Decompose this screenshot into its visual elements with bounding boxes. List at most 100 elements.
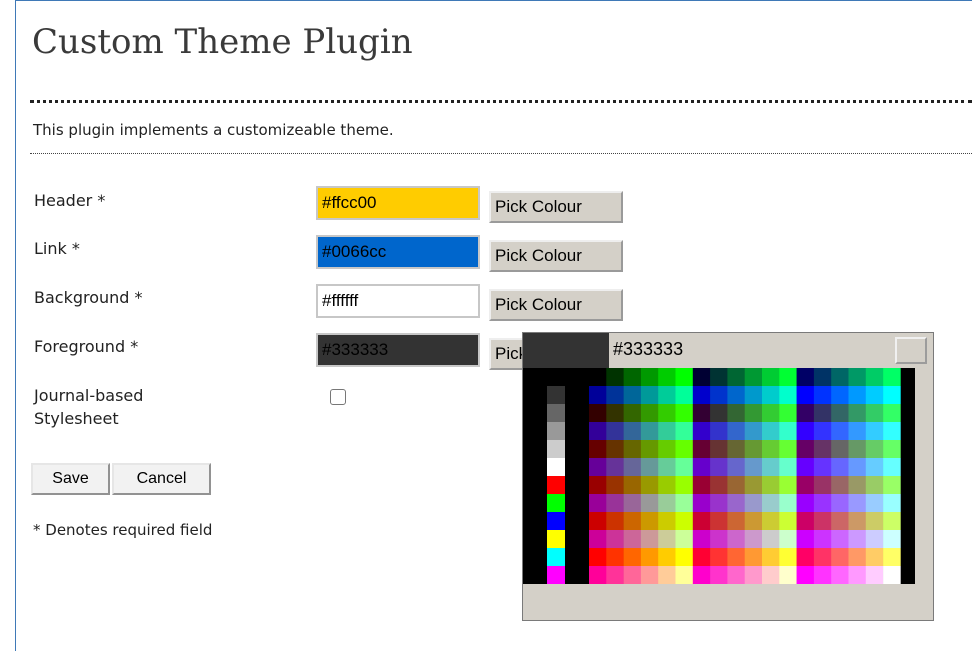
picker-swatch[interactable] [606,566,624,584]
picker-swatch[interactable] [762,386,780,404]
picker-swatch[interactable] [727,386,745,404]
header-pick-colour-button[interactable]: Pick Colour [489,191,623,223]
picker-swatch[interactable] [640,404,659,422]
picker-swatch[interactable] [692,512,711,530]
picker-swatch[interactable] [848,440,867,458]
picker-swatch[interactable] [589,440,607,458]
picker-swatch[interactable] [796,422,815,440]
picker-swatch[interactable] [744,476,763,494]
picker-swatch[interactable] [848,368,867,386]
picker-swatch[interactable] [675,422,694,440]
picker-swatch[interactable] [710,440,728,458]
picker-swatch[interactable] [779,512,797,530]
picker-swatch[interactable] [796,386,815,404]
picker-swatch[interactable] [883,566,901,584]
picker-swatch[interactable] [796,458,815,476]
picker-swatch[interactable] [623,476,642,494]
picker-swatch[interactable] [675,458,694,476]
picker-swatch-gray-9[interactable] [547,530,565,548]
background-pick-colour-button[interactable]: Pick Colour [489,289,623,321]
picker-swatch[interactable] [762,476,780,494]
picker-swatch[interactable] [710,566,728,584]
picker-swatch[interactable] [762,566,780,584]
picker-swatch[interactable] [727,404,745,422]
picker-swatch[interactable] [589,368,607,386]
picker-swatch[interactable] [865,368,884,386]
picker-swatch[interactable] [692,548,711,566]
picker-swatch-gray-10[interactable] [547,548,565,566]
picker-swatch[interactable] [606,548,624,566]
picker-swatch[interactable] [744,386,763,404]
picker-swatch[interactable] [865,566,884,584]
picker-swatch[interactable] [744,512,763,530]
picker-swatch[interactable] [779,422,797,440]
picker-swatch[interactable] [727,458,745,476]
picker-swatch[interactable] [762,440,780,458]
picker-swatch[interactable] [606,512,624,530]
picker-swatch[interactable] [658,566,676,584]
picker-swatch[interactable] [692,368,711,386]
picker-swatch[interactable] [779,476,797,494]
picker-swatch[interactable] [675,548,694,566]
picker-swatch[interactable] [658,530,676,548]
picker-swatch[interactable] [779,566,797,584]
picker-swatch[interactable] [589,494,607,512]
picker-swatch[interactable] [606,440,624,458]
picker-swatch[interactable] [640,458,659,476]
picker-swatch[interactable] [883,404,901,422]
picker-swatch[interactable] [865,386,884,404]
picker-swatch[interactable] [589,404,607,422]
picker-swatch-gray-11[interactable] [547,566,565,584]
picker-close-button[interactable] [895,337,927,364]
picker-swatch[interactable] [710,386,728,404]
picker-swatch[interactable] [883,422,901,440]
picker-swatch[interactable] [675,368,694,386]
picker-swatch[interactable] [796,404,815,422]
picker-swatch[interactable] [883,512,901,530]
picker-swatch[interactable] [883,368,901,386]
picker-swatch[interactable] [589,548,607,566]
picker-swatch[interactable] [640,494,659,512]
picker-swatch[interactable] [623,566,642,584]
picker-swatch[interactable] [623,494,642,512]
picker-swatch[interactable] [606,368,624,386]
picker-swatch[interactable] [831,386,849,404]
picker-swatch[interactable] [848,476,867,494]
picker-swatch[interactable] [640,530,659,548]
background-color-input[interactable]: #ffffff [316,284,480,318]
picker-swatch[interactable] [779,494,797,512]
link-color-input[interactable]: #0066cc [316,235,480,269]
picker-swatch[interactable] [727,422,745,440]
picker-swatch[interactable] [744,368,763,386]
picker-swatch[interactable] [848,494,867,512]
picker-swatch[interactable] [658,548,676,566]
picker-swatch-gray-7[interactable] [547,494,565,512]
picker-swatch[interactable] [813,548,832,566]
picker-swatch[interactable] [831,368,849,386]
picker-swatch[interactable] [831,458,849,476]
picker-swatch[interactable] [762,494,780,512]
picker-swatch[interactable] [883,476,901,494]
picker-swatch[interactable] [848,530,867,548]
picker-swatch[interactable] [744,458,763,476]
picker-swatch[interactable] [589,530,607,548]
picker-swatch[interactable] [796,530,815,548]
picker-swatch-gray-2[interactable] [547,404,565,422]
cancel-button[interactable]: Cancel [112,463,211,495]
picker-swatch[interactable] [710,422,728,440]
picker-swatch[interactable] [865,440,884,458]
picker-swatch[interactable] [727,368,745,386]
picker-swatch[interactable] [710,530,728,548]
picker-swatch[interactable] [692,386,711,404]
picker-swatch[interactable] [675,512,694,530]
picker-swatch[interactable] [796,512,815,530]
picker-swatch[interactable] [658,476,676,494]
link-pick-colour-button[interactable]: Pick Colour [489,240,623,272]
picker-swatch[interactable] [692,530,711,548]
picker-swatch[interactable] [623,512,642,530]
picker-swatch[interactable] [710,548,728,566]
picker-swatch[interactable] [710,404,728,422]
picker-swatch[interactable] [813,440,832,458]
picker-swatch[interactable] [796,548,815,566]
picker-swatch[interactable] [848,386,867,404]
